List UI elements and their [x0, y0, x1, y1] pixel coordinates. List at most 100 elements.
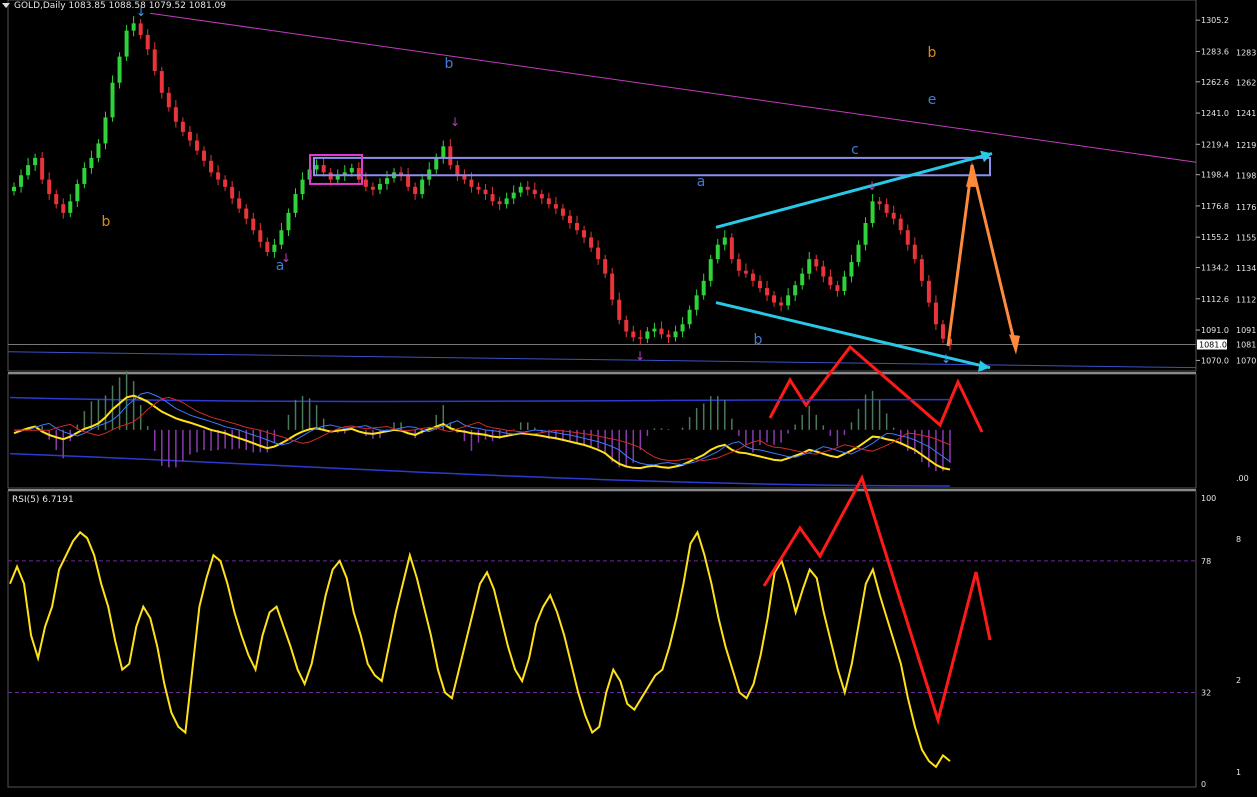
candle-body	[673, 331, 678, 338]
candle-body	[68, 201, 73, 213]
candle-body	[173, 107, 178, 122]
candle-body	[279, 230, 284, 245]
candle-body	[356, 168, 361, 180]
price-tick-label: 1198.4	[1201, 171, 1229, 180]
projection-path	[946, 164, 1018, 350]
candle-body	[384, 178, 389, 184]
candle-body	[750, 273, 755, 281]
chart-header[interactable]: GOLD,Daily 1083.85 1088.58 1079.52 1081.…	[2, 1, 226, 11]
right-axis-fragment: 1112.	[1236, 296, 1257, 305]
candle-body	[553, 204, 558, 209]
candle-body	[244, 208, 249, 219]
candle-body	[26, 165, 31, 176]
candle-body	[870, 201, 875, 223]
candle-body	[110, 82, 115, 118]
candle-body	[370, 186, 375, 190]
long-trendline	[149, 12, 1197, 163]
price-tick-label: 1262.6	[1201, 78, 1229, 87]
candle-body	[575, 222, 580, 231]
candle-body	[772, 295, 777, 303]
candle-body	[187, 131, 192, 141]
candle-body	[300, 179, 305, 195]
dropdown-triangle-icon[interactable]	[2, 3, 10, 8]
candle-body	[779, 302, 784, 306]
candle-body	[12, 186, 16, 192]
candle-body	[413, 186, 418, 195]
candle-body	[61, 204, 66, 213]
candle-body	[237, 198, 242, 209]
candle-body	[216, 172, 221, 180]
candle-body	[532, 189, 537, 195]
rsi-frame	[7, 490, 1197, 788]
right-axis-fragment: 1134.	[1236, 264, 1257, 273]
fractal-arrow-icon: ↓	[867, 179, 877, 193]
price-panel: ↓↓↓↓↓↓bababcbe	[7, 5, 1197, 433]
candle-body	[765, 288, 770, 296]
candle-body	[251, 218, 256, 231]
price-tick-label: 1176.8	[1201, 202, 1229, 211]
candle-body	[511, 192, 516, 199]
candle-body	[448, 146, 453, 166]
candle-body	[209, 160, 214, 173]
high-value: 1088.58	[108, 1, 146, 11]
candle-body	[828, 276, 833, 286]
rsi-right-fragment: 8	[1236, 535, 1241, 544]
candle-body	[455, 165, 460, 176]
candle-body	[223, 179, 228, 187]
candle-body	[180, 121, 185, 132]
candle-body	[617, 299, 622, 320]
candle-body	[687, 309, 692, 325]
candle-body	[166, 92, 171, 108]
support-line	[7, 351, 1197, 369]
price-frame	[7, 0, 1197, 372]
wave-label: b	[445, 56, 454, 72]
candle-body	[145, 34, 150, 50]
price-tick-label: 1112.6	[1201, 295, 1229, 304]
candle-body	[159, 71, 164, 93]
candle-body	[539, 194, 544, 199]
candle-body	[807, 259, 812, 274]
candle-body	[659, 328, 664, 335]
candle-body	[793, 285, 798, 296]
candle-body	[82, 168, 87, 184]
osc-axis-label: .00	[1236, 474, 1249, 483]
candle-body	[786, 295, 791, 306]
chart-canvas: ↓↓↓↓↓↓bababcbe .00 10078320821 1305.2128…	[7, 0, 1257, 789]
candle-body	[420, 179, 425, 195]
price-tick-label: 1219.4	[1201, 140, 1229, 149]
candle-body	[701, 280, 706, 296]
right-axis-fragment: 1091.	[1236, 326, 1257, 335]
candle-body	[202, 150, 207, 161]
rsi-header: RSI(5) 6.7191	[12, 495, 74, 505]
candle-body	[518, 186, 523, 193]
candle-body	[434, 157, 439, 170]
candle-body	[33, 157, 38, 166]
candle-body	[912, 244, 917, 260]
candle-body	[884, 204, 889, 213]
candle-body	[589, 237, 594, 248]
candle-body	[504, 198, 509, 205]
rsi-red-projection	[762, 474, 992, 726]
fractal-arrow-icon: ↓	[941, 352, 951, 366]
right-axis-fragment: 1070.	[1236, 356, 1257, 365]
price-tick-label: 1283.6	[1201, 47, 1229, 56]
candle-body	[926, 280, 931, 303]
candle-body	[490, 194, 495, 202]
wave-label: b	[754, 332, 763, 348]
candle-body	[567, 215, 572, 223]
candle-body	[842, 276, 847, 291]
wave-label: c	[851, 142, 859, 158]
price-tick-label: 1155.2	[1201, 233, 1229, 242]
right-axis-fragment: 1081.	[1236, 341, 1257, 350]
candle-body	[610, 273, 615, 300]
low-value: 1079.52	[148, 1, 186, 11]
candle-body	[863, 222, 868, 245]
fractal-arrow-icon: ↓	[450, 115, 460, 129]
candle-body	[476, 186, 481, 190]
candle-body	[560, 208, 565, 216]
candle-body	[835, 285, 840, 291]
open-value: 1083.85	[68, 1, 106, 11]
candle-body	[138, 23, 143, 35]
candle-body	[314, 165, 319, 170]
candle-body	[645, 331, 650, 339]
